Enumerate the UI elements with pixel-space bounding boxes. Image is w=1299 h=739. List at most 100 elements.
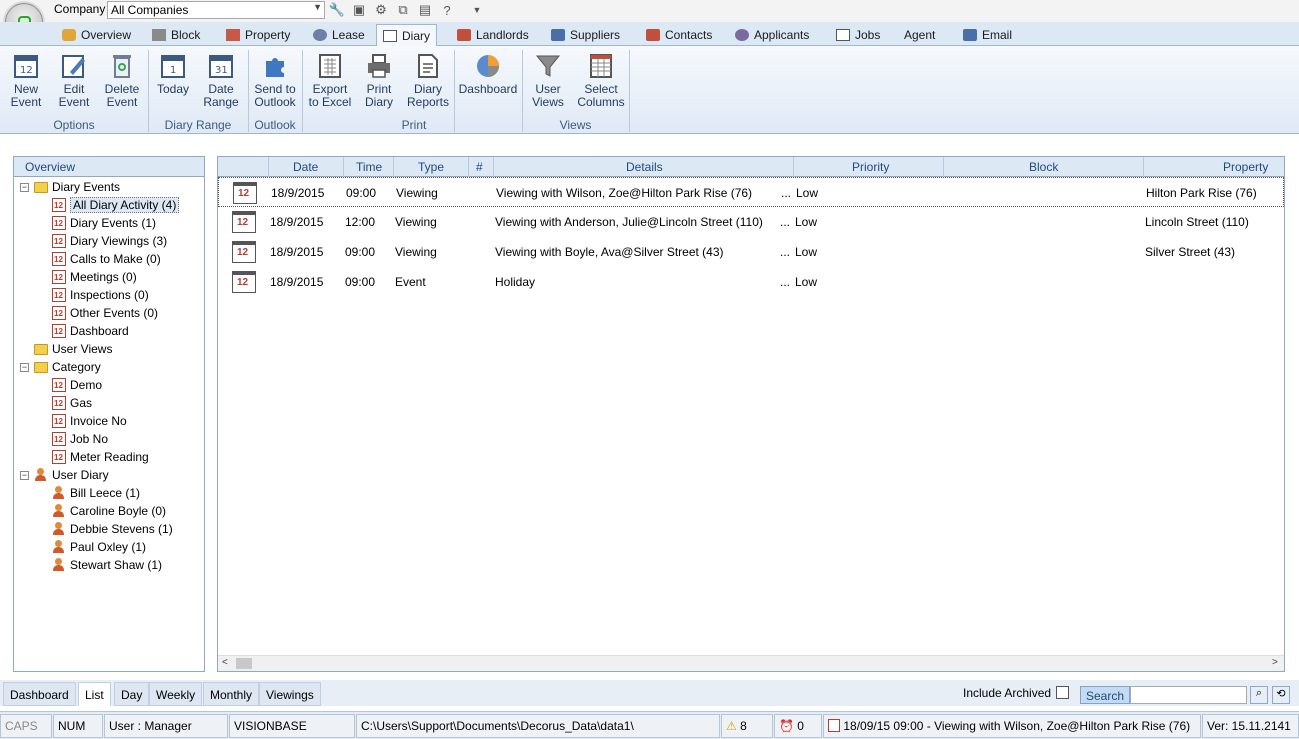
column-header-priority[interactable]: Priority — [852, 160, 889, 174]
tree-item[interactable]: Inspections (0) — [52, 287, 149, 303]
tab-diary[interactable]: Diary — [376, 24, 438, 47]
id-card-icon[interactable]: ▣ — [351, 2, 367, 18]
help-icon[interactable]: ? — [439, 2, 455, 18]
view-tab-day[interactable]: Day — [114, 682, 150, 706]
pie-chart-icon — [477, 55, 499, 77]
tree-item[interactable]: User Views — [34, 341, 112, 357]
tab-overview[interactable]: Overview — [56, 24, 137, 46]
column-header-time[interactable]: Time — [356, 160, 382, 174]
search-button[interactable]: Search — [1080, 686, 1130, 704]
tree-item-label: User Diary — [52, 468, 109, 482]
tree-item[interactable]: Diary Viewings (3) — [52, 233, 167, 249]
cell-date: 18/9/2015 — [270, 215, 324, 229]
column-header-date[interactable]: Date — [293, 160, 318, 174]
tab-jobs[interactable]: Jobs — [830, 24, 886, 46]
tree-item[interactable]: All Diary Activity (4) — [52, 197, 180, 213]
tree-item[interactable]: Other Events (0) — [52, 305, 158, 321]
tab-agent[interactable]: Agent — [898, 24, 941, 46]
column-header-details[interactable]: Details — [626, 160, 663, 174]
column-header-type[interactable]: Type — [418, 160, 444, 174]
view-tab-dashboard[interactable]: Dashboard — [3, 682, 76, 706]
collapse-icon[interactable]: − — [20, 183, 29, 192]
tree-item[interactable]: Category — [34, 359, 101, 375]
wrench-icon[interactable]: 🔧 — [329, 2, 345, 18]
table-row[interactable]: 12 18/9/2015 12:00 Viewing Viewing with Ande… — [218, 207, 1284, 237]
tree-item[interactable]: Calls to Make (0) — [52, 251, 161, 267]
send-to-outlook-button[interactable]: Send to Outlook — [252, 52, 298, 109]
view-tab-list[interactable]: List — [78, 682, 111, 706]
tree-item[interactable]: Diary Events (1) — [52, 215, 156, 231]
tab-suppliers[interactable]: Suppliers — [545, 24, 626, 46]
dashboard-button[interactable]: Dashboard — [458, 52, 518, 96]
column-header-property[interactable]: Property — [1223, 160, 1268, 174]
table-row[interactable]: 12 18/9/2015 09:00 Viewing Viewing with Wils… — [218, 177, 1284, 207]
column-header-number[interactable]: # — [476, 160, 483, 174]
new-event-button[interactable]: 12 New Event — [6, 52, 46, 109]
tree-item[interactable]: Job No — [52, 431, 108, 447]
network-icon[interactable]: ⧉ — [395, 2, 411, 18]
search-options-icon[interactable]: ⌕ — [1250, 686, 1268, 704]
customize-toolbar-icon[interactable]: ▼ — [469, 2, 485, 18]
database-name: VISIONBASE — [229, 714, 355, 738]
settings-icon[interactable]: ⚙ — [373, 2, 389, 18]
tree-item[interactable]: Debbie Stevens (1) — [52, 521, 173, 537]
print-diary-button[interactable]: Print Diary — [359, 52, 399, 109]
tab-block[interactable]: Block — [146, 24, 206, 46]
tree-item[interactable]: Meetings (0) — [52, 269, 137, 285]
diary-reports-button[interactable]: Diary Reports — [405, 52, 451, 109]
tab-landlords[interactable]: Landlords — [451, 24, 535, 46]
tab-lease[interactable]: Lease — [307, 24, 371, 46]
tree-item[interactable]: Stewart Shaw (1) — [52, 557, 162, 573]
user-views-button[interactable]: User Views — [528, 52, 568, 109]
clear-search-icon[interactable]: ⟲ — [1272, 686, 1290, 704]
collapse-icon[interactable]: − — [20, 471, 29, 480]
tab-applicants[interactable]: Applicants — [729, 24, 815, 46]
tree-item[interactable]: Paul Oxley (1) — [52, 539, 146, 555]
table-row[interactable]: 12 18/9/2015 09:00 Viewing Viewing with Boyl… — [218, 237, 1284, 267]
select-columns-button[interactable]: Select Columns — [576, 52, 626, 109]
date-range-button[interactable]: 31 Date Range — [200, 52, 242, 109]
cell-type: Event — [395, 275, 426, 289]
overview-icon — [62, 29, 76, 41]
scroll-right-icon[interactable]: > — [1272, 657, 1278, 668]
tree-item[interactable]: User Diary — [34, 467, 109, 483]
tree-item[interactable]: Invoice No — [52, 413, 127, 429]
document-icon[interactable]: ▤ — [417, 2, 433, 18]
table-row[interactable]: 12 18/9/2015 09:00 Event Holiday... Low — [218, 267, 1284, 297]
warnings-indicator[interactable]: ⚠ 8 — [721, 714, 773, 738]
tab-label: Block — [171, 28, 201, 42]
tree-item[interactable]: Caroline Boyle (0) — [52, 503, 166, 519]
company-select[interactable]: All Companies ▼ — [107, 1, 325, 19]
tree-item-label: Job No — [70, 432, 109, 446]
view-tab-monthly[interactable]: Monthly — [203, 682, 260, 706]
view-tab-weekly[interactable]: Weekly — [149, 682, 203, 706]
scrollbar-thumb[interactable] — [236, 658, 252, 669]
tab-contacts[interactable]: Contacts — [640, 24, 718, 46]
delete-event-button[interactable]: Delete Event — [102, 52, 142, 109]
tree-item[interactable]: Meter Reading — [52, 449, 149, 465]
tree-item[interactable]: Gas — [52, 395, 92, 411]
edit-event-button[interactable]: Edit Event — [54, 52, 94, 109]
tree-item[interactable]: Bill Leece (1) — [52, 485, 140, 501]
export-to-excel-button[interactable]: Export to Excel — [307, 52, 353, 109]
view-tab-viewings[interactable]: Viewings — [259, 682, 321, 706]
next-event-indicator[interactable]: 18/09/15 09:00 - Viewing with Wilson, Zo… — [823, 714, 1201, 738]
today-button[interactable]: 1 Today — [154, 52, 192, 96]
cell-date: 18/9/2015 — [270, 275, 324, 289]
tree-item-label: Dashboard — [70, 324, 129, 338]
tree-item-label: Diary Viewings (3) — [70, 234, 168, 248]
horizontal-scrollbar[interactable]: < > — [218, 655, 1284, 671]
include-archived-checkbox[interactable] — [1056, 686, 1069, 699]
scroll-left-icon[interactable]: < — [222, 657, 228, 668]
tab-property[interactable]: Property — [220, 24, 296, 46]
tree-item-label: Invoice No — [70, 414, 127, 428]
tree-item[interactable]: Dashboard — [52, 323, 129, 339]
column-header-block[interactable]: Block — [1029, 160, 1058, 174]
tree-item[interactable]: Demo — [52, 377, 102, 393]
search-input[interactable] — [1130, 686, 1247, 704]
alarms-indicator[interactable]: ⏰ 0 — [774, 714, 822, 738]
tab-email[interactable]: Email — [957, 24, 1018, 46]
collapse-icon[interactable]: − — [20, 363, 29, 372]
contacts-icon — [646, 29, 660, 41]
tree-item[interactable]: Diary Events — [34, 179, 120, 195]
